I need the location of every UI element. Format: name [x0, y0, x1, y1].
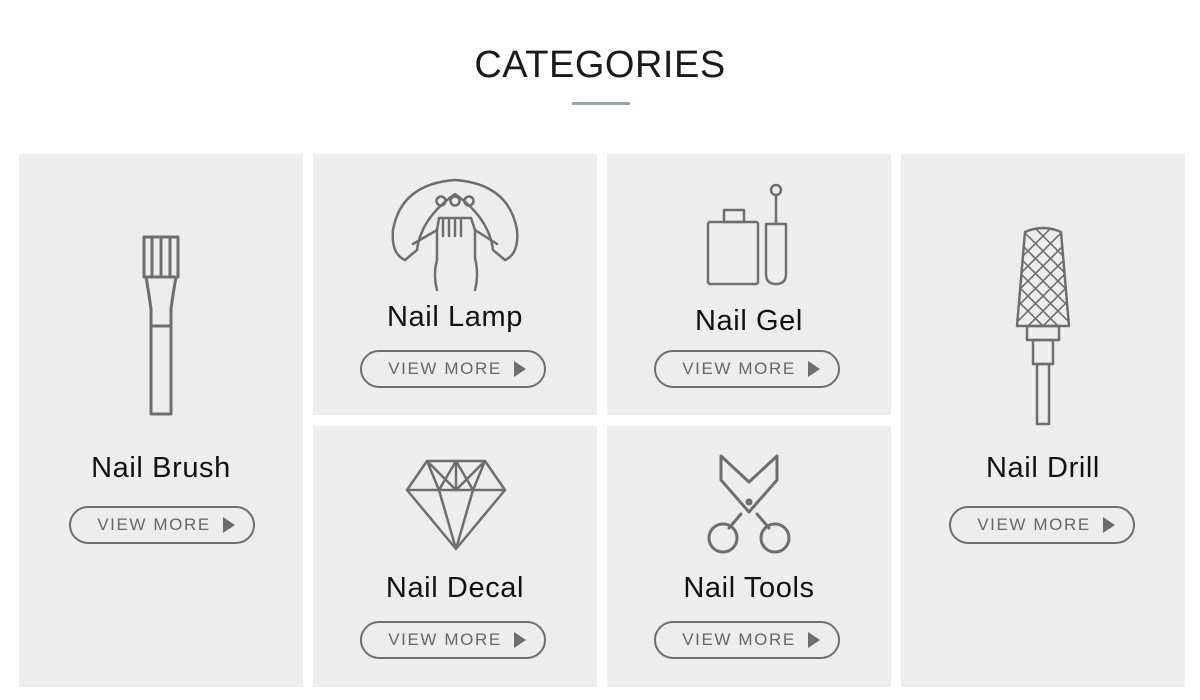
view-more-button[interactable]: VIEW MORE: [654, 350, 840, 388]
play-arrow-icon: [1102, 517, 1115, 533]
play-arrow-icon: [807, 361, 820, 377]
view-more-label: VIEW MORE: [682, 630, 796, 649]
section-title: CATEGORIES: [474, 44, 726, 86]
category-card-nail-gel[interactable]: Nail Gel VIEW MORE: [607, 154, 891, 415]
view-more-label: VIEW MORE: [97, 515, 211, 534]
category-card-nail-lamp[interactable]: Nail Lamp VIEW MORE: [313, 154, 597, 415]
category-title: Nail Tools: [683, 572, 815, 604]
play-arrow-icon: [513, 361, 526, 377]
view-more-label: VIEW MORE: [977, 515, 1091, 534]
play-arrow-icon: [513, 632, 526, 648]
view-more-button[interactable]: VIEW MORE: [360, 350, 546, 388]
category-title: Nail Brush: [91, 452, 231, 484]
category-title: Nail Lamp: [387, 301, 523, 333]
gel-bottle-icon: [706, 182, 794, 288]
view-more-label: VIEW MORE: [682, 359, 796, 378]
category-card-nail-tools[interactable]: Nail Tools VIEW MORE: [607, 426, 891, 687]
view-more-label: VIEW MORE: [388, 630, 502, 649]
category-title: Nail Drill: [986, 452, 1100, 484]
category-card-nail-drill[interactable]: Nail Drill VIEW MORE: [901, 154, 1185, 687]
brush-icon: [141, 234, 181, 419]
category-title: Nail Decal: [385, 572, 525, 604]
categories-header: CATEGORIES: [0, 0, 1200, 120]
category-card-nail-brush[interactable]: Nail Brush VIEW MORE: [19, 154, 303, 687]
nail-lamp-icon: [391, 178, 521, 292]
view-more-button[interactable]: VIEW MORE: [69, 506, 255, 544]
category-title: Nail Gel: [695, 305, 803, 337]
view-more-label: VIEW MORE: [388, 359, 502, 378]
view-more-button[interactable]: VIEW MORE: [949, 506, 1135, 544]
scissors-icon: [705, 454, 795, 556]
view-more-button[interactable]: VIEW MORE: [654, 621, 840, 659]
drill-bit-icon: [1013, 226, 1073, 428]
view-more-button[interactable]: VIEW MORE: [360, 621, 546, 659]
play-arrow-icon: [807, 632, 820, 648]
play-arrow-icon: [222, 517, 235, 533]
diamond-icon: [405, 458, 507, 552]
category-card-nail-decal[interactable]: Nail Decal VIEW MORE: [313, 426, 597, 687]
title-underline: [572, 102, 630, 105]
